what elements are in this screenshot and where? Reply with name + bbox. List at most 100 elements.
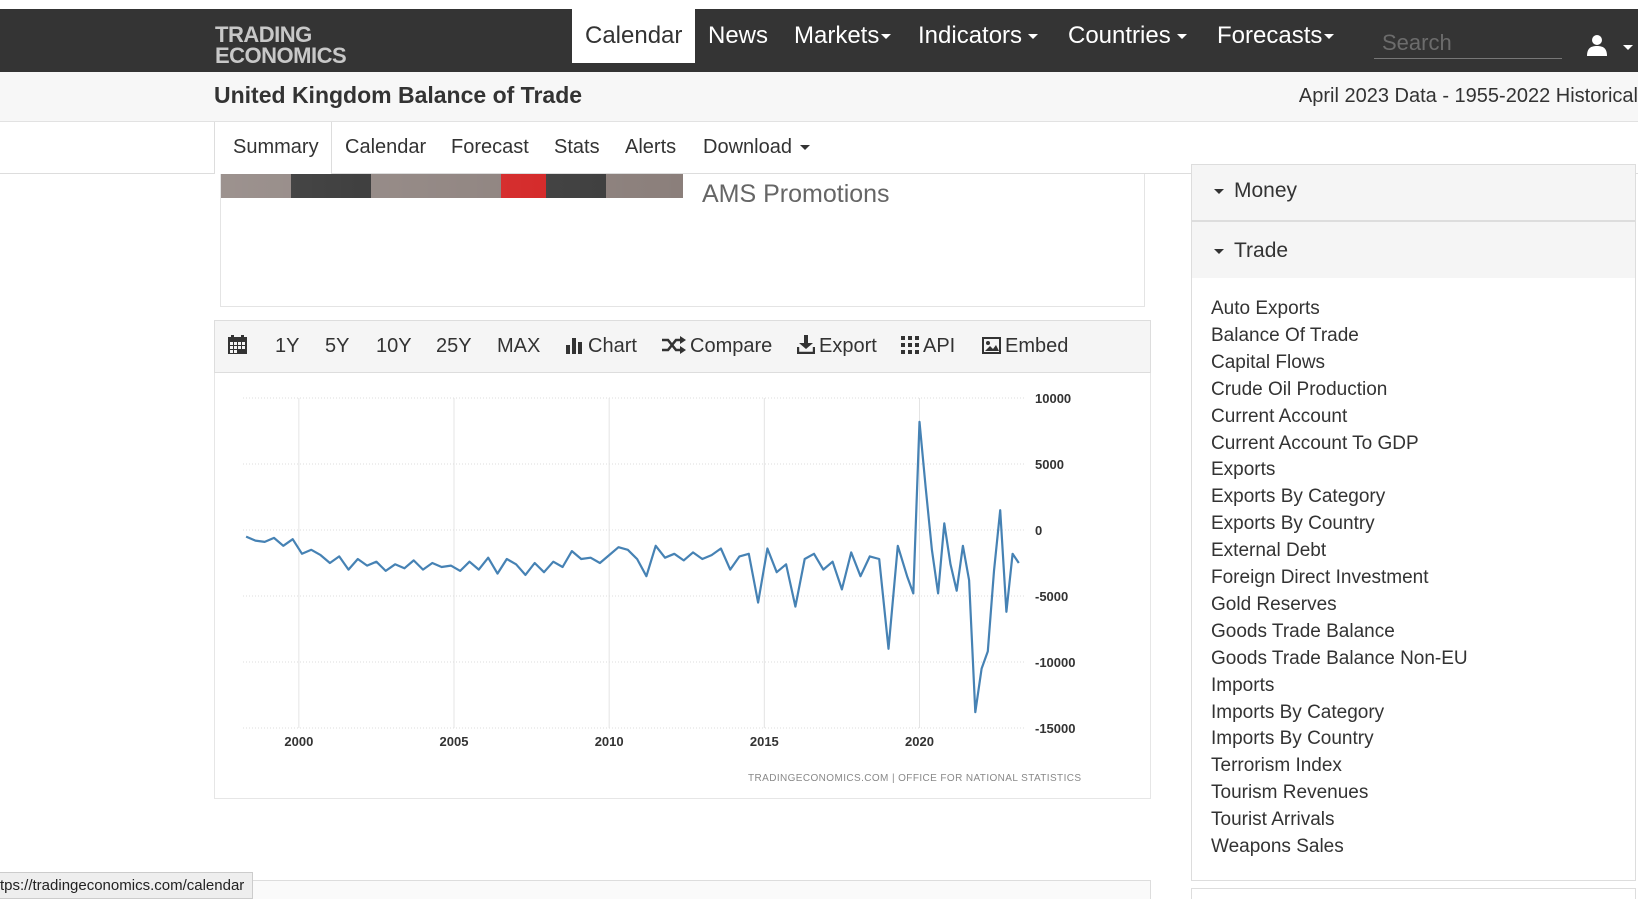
sidebar-next-panel	[1191, 888, 1636, 899]
sidebar-link[interactable]: External Debt	[1211, 540, 1326, 562]
nav-forecasts[interactable]: Forecasts	[1217, 9, 1335, 63]
y-tick-label: 10000	[1035, 391, 1071, 406]
trade-links-list: Auto Exports Balance Of Trade Capital Flow…	[1191, 278, 1636, 881]
nav-calendar-label: Calendar	[585, 22, 683, 49]
chart-type-label: Chart	[588, 335, 637, 357]
api-label: API	[923, 335, 956, 357]
nav-countries[interactable]: Countries	[1068, 9, 1187, 63]
sidebar-link[interactable]: Goods Trade Balance Non-EU	[1211, 648, 1468, 670]
nav-markets-label: Markets	[794, 22, 880, 49]
tab-stats[interactable]: Stats	[554, 122, 600, 174]
tab-forecast-label: Forecast	[451, 136, 529, 158]
sidebar-link[interactable]: Current Account	[1211, 406, 1347, 428]
export-label: Export	[819, 335, 877, 357]
sidebar-link[interactable]: Crude Oil Production	[1211, 379, 1387, 401]
export-button[interactable]: Export	[796, 321, 877, 372]
compare-label: Compare	[690, 335, 773, 357]
sidebar-link[interactable]: Foreign Direct Investment	[1211, 567, 1429, 589]
x-tick-label: 2000	[284, 734, 313, 749]
money-panel: Money	[1191, 164, 1636, 221]
sidebar-link[interactable]: Auto Exports	[1211, 298, 1320, 320]
x-tick-label: 2015	[750, 734, 779, 749]
sidebar-link[interactable]: Gold Reserves	[1211, 594, 1337, 616]
tab-calendar[interactable]: Calendar	[345, 122, 426, 174]
chart-svg[interactable]: 10000 5000 0 -5000 -10000 -15000 2000 2005 2010 2…	[215, 373, 1152, 799]
series-line	[245, 420, 1020, 714]
title-bar: United Kingdom Balance of Trade April 20…	[0, 72, 1638, 122]
calendar-button[interactable]	[228, 321, 251, 372]
sidebar-link[interactable]: Exports By Country	[1211, 513, 1375, 535]
sidebar-link[interactable]: Capital Flows	[1211, 352, 1325, 374]
grid-icon	[901, 336, 919, 354]
shuffle-icon	[662, 336, 686, 354]
embed-button[interactable]: Embed	[982, 321, 1068, 372]
page-subtitle: April 2023 Data - 1955-2022 Historical	[1298, 85, 1638, 107]
download-icon	[796, 335, 816, 355]
chevron-down-icon	[1028, 34, 1039, 40]
status-url: tps://tradingeconomics.com/calendar	[0, 872, 254, 899]
tab-calendar-label: Calendar	[345, 136, 427, 158]
ad-text[interactable]: AMS Promotions	[702, 180, 890, 209]
chevron-down-icon[interactable]	[1623, 45, 1633, 50]
brand-logo[interactable]: TRADING ECONOMICS	[215, 22, 347, 67]
tab-summary-label: Summary	[233, 136, 319, 158]
chart-credit: TRADINGECONOMICS.COM | OFFICE FOR NATION…	[748, 773, 1082, 784]
chevron-down-icon	[1176, 34, 1187, 40]
ad-banner[interactable]: AMS Promotions	[220, 174, 1145, 307]
api-button[interactable]: API	[901, 321, 955, 372]
user-icon[interactable]	[1585, 33, 1609, 57]
range-5y-button[interactable]: 5Y	[325, 321, 349, 372]
sidebar-link[interactable]: Tourist Arrivals	[1211, 809, 1335, 831]
sidebar-link[interactable]: Tourism Revenues	[1211, 782, 1368, 804]
tab-download-label: Download	[703, 136, 792, 158]
tab-download[interactable]: Download	[703, 122, 810, 174]
range-10y-button[interactable]: 10Y	[376, 321, 412, 372]
tab-forecast[interactable]: Forecast	[451, 122, 529, 174]
page-title: United Kingdom Balance of Trade	[214, 82, 583, 108]
chevron-down-icon	[881, 34, 892, 40]
nav-news-label: News	[708, 22, 769, 49]
image-icon	[982, 337, 1001, 354]
sidebar-link[interactable]: Imports	[1211, 675, 1274, 697]
caret-down-icon	[1214, 189, 1224, 194]
y-tick-label: -5000	[1035, 589, 1068, 604]
sidebar-link[interactable]: Terrorism Index	[1211, 755, 1342, 777]
sidebar-link[interactable]: Balance Of Trade	[1211, 325, 1359, 347]
y-tick-label: -10000	[1035, 655, 1075, 670]
calendar-table-header	[214, 880, 1151, 899]
trade-header[interactable]: Trade	[1192, 222, 1635, 280]
nav-markets[interactable]: Markets	[794, 9, 892, 63]
ad-image[interactable]	[221, 174, 683, 198]
tabs: Summary Calendar Forecast Stats Alerts D…	[214, 122, 810, 174]
compare-button[interactable]: Compare	[662, 321, 772, 372]
window-top-strip	[0, 0, 1638, 9]
nav-countries-label: Countries	[1068, 22, 1171, 49]
range-25y-button[interactable]: 25Y	[436, 321, 472, 372]
nav-calendar[interactable]: Calendar	[572, 9, 696, 63]
sidebar: Money Trade Auto Exports Balance Of Trade…	[1191, 164, 1636, 881]
x-tick-label: 2010	[595, 734, 624, 749]
sidebar-link[interactable]: Goods Trade Balance	[1211, 621, 1395, 643]
money-header[interactable]: Money	[1192, 162, 1635, 220]
chart-type-button[interactable]: Chart	[566, 321, 637, 372]
nav-news[interactable]: News	[708, 9, 768, 63]
tab-alerts[interactable]: Alerts	[625, 122, 676, 174]
tab-summary[interactable]: Summary	[215, 122, 332, 174]
range-1y-button[interactable]: 1Y	[275, 321, 299, 372]
chart-container: 10000 5000 0 -5000 -10000 -15000 2000 2005 2010 2…	[214, 373, 1151, 799]
sidebar-link[interactable]: Exports By Category	[1211, 486, 1385, 508]
search-input[interactable]	[1374, 27, 1562, 59]
range-max-button[interactable]: MAX	[497, 321, 540, 372]
brand-line-1: TRADING	[215, 22, 312, 47]
trade-panel: Trade	[1191, 221, 1636, 279]
sidebar-link[interactable]: Current Account To GDP	[1211, 433, 1419, 455]
sidebar-link[interactable]: Imports By Country	[1211, 728, 1374, 750]
sidebar-link[interactable]: Imports By Category	[1211, 702, 1384, 724]
sidebar-link[interactable]: Weapons Sales	[1211, 836, 1344, 858]
nav-indicators[interactable]: Indicators	[918, 9, 1039, 63]
sidebar-link[interactable]: Exports	[1211, 459, 1275, 481]
chevron-down-icon	[1324, 34, 1335, 40]
x-tick-label: 2005	[440, 734, 469, 749]
nav-indicators-label: Indicators	[918, 22, 1023, 49]
tab-alerts-label: Alerts	[625, 136, 677, 158]
